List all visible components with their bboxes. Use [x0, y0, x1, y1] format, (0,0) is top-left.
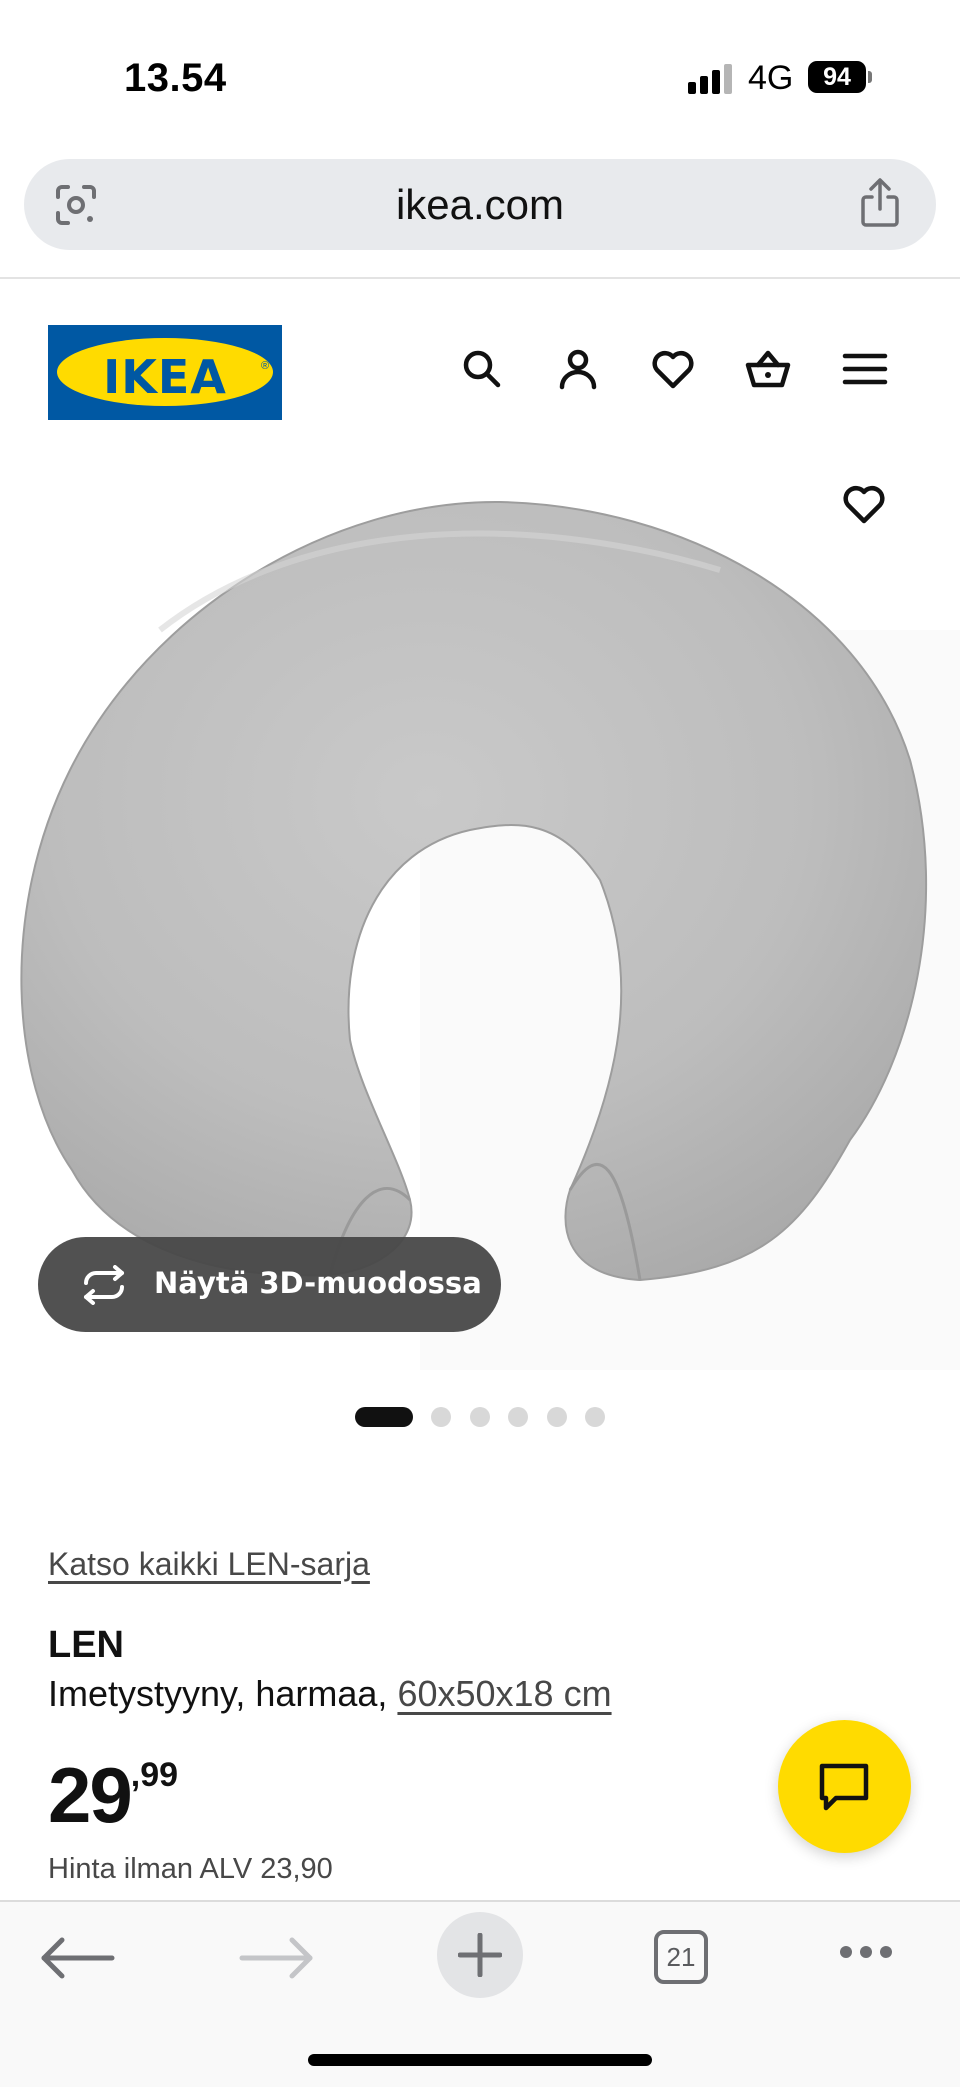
more-dots-icon[interactable] [838, 1944, 894, 1960]
carousel-dot[interactable] [585, 1407, 605, 1427]
home-indicator[interactable] [308, 2054, 652, 2066]
network-type: 4G [748, 59, 794, 97]
account-icon[interactable] [554, 345, 602, 393]
carousel-dot[interactable] [355, 1407, 413, 1427]
product-description: Imetystyyny, harmaa, 60x50x18 cm [48, 1673, 612, 1715]
status-time: 13.54 [124, 56, 227, 100]
tabs-icon[interactable]: 21 [654, 1930, 708, 1984]
new-tab-plus-icon [458, 1933, 502, 1977]
cart-basket-icon[interactable] [744, 345, 792, 393]
carousel-dot[interactable] [431, 1407, 451, 1427]
ikea-logo[interactable]: IKEA ® [48, 325, 282, 420]
logo-text: IKEA [103, 350, 227, 404]
forward-arrow-icon[interactable] [238, 1936, 318, 1980]
series-link[interactable]: Katso kaikki LEN-sarja [48, 1546, 370, 1583]
battery-tip [868, 71, 872, 83]
battery-level: 94 [823, 63, 851, 91]
product-size-link[interactable]: 60x50x18 cm [397, 1673, 611, 1714]
logo-oval: IKEA ® [57, 338, 273, 406]
product-type: Imetystyyny, harmaa, [48, 1673, 398, 1714]
status-bar: 13.54 4G 94 [0, 0, 960, 150]
view-3d-label: Näytä 3D-muodossa [154, 1266, 482, 1300]
add-to-favorites-heart-icon[interactable] [840, 480, 888, 528]
carousel-dot[interactable] [470, 1407, 490, 1427]
registered-mark: ® [261, 360, 270, 372]
search-icon[interactable] [458, 345, 506, 393]
chat-bubble-icon [819, 1763, 869, 1811]
product-name: LEN [48, 1624, 124, 1666]
price-integer: 29 [48, 1751, 133, 1839]
favorites-heart-icon[interactable] [649, 345, 697, 393]
tab-count: 21 [666, 1942, 696, 1972]
new-tab-button[interactable] [437, 1912, 523, 1998]
divider [0, 277, 960, 279]
back-arrow-icon[interactable] [36, 1936, 116, 1980]
address-bar[interactable]: ikea.com [24, 159, 936, 250]
rotate-3d-icon [84, 1265, 124, 1305]
view-3d-button[interactable]: Näytä 3D-muodossa [38, 1237, 501, 1332]
share-icon[interactable] [856, 177, 904, 229]
chat-button[interactable] [778, 1720, 911, 1853]
menu-hamburger-icon[interactable] [841, 345, 889, 393]
price-decimals: ,99 [130, 1756, 179, 1794]
carousel-dot[interactable] [508, 1407, 528, 1427]
product-price: 29,99 [48, 1750, 178, 1841]
url-text[interactable]: ikea.com [24, 181, 936, 229]
battery-icon: 94 [808, 61, 866, 93]
carousel-dot[interactable] [547, 1407, 567, 1427]
cellular-signal-icon [688, 64, 734, 94]
price-without-vat: Hinta ilman ALV 23,90 [48, 1853, 333, 1885]
